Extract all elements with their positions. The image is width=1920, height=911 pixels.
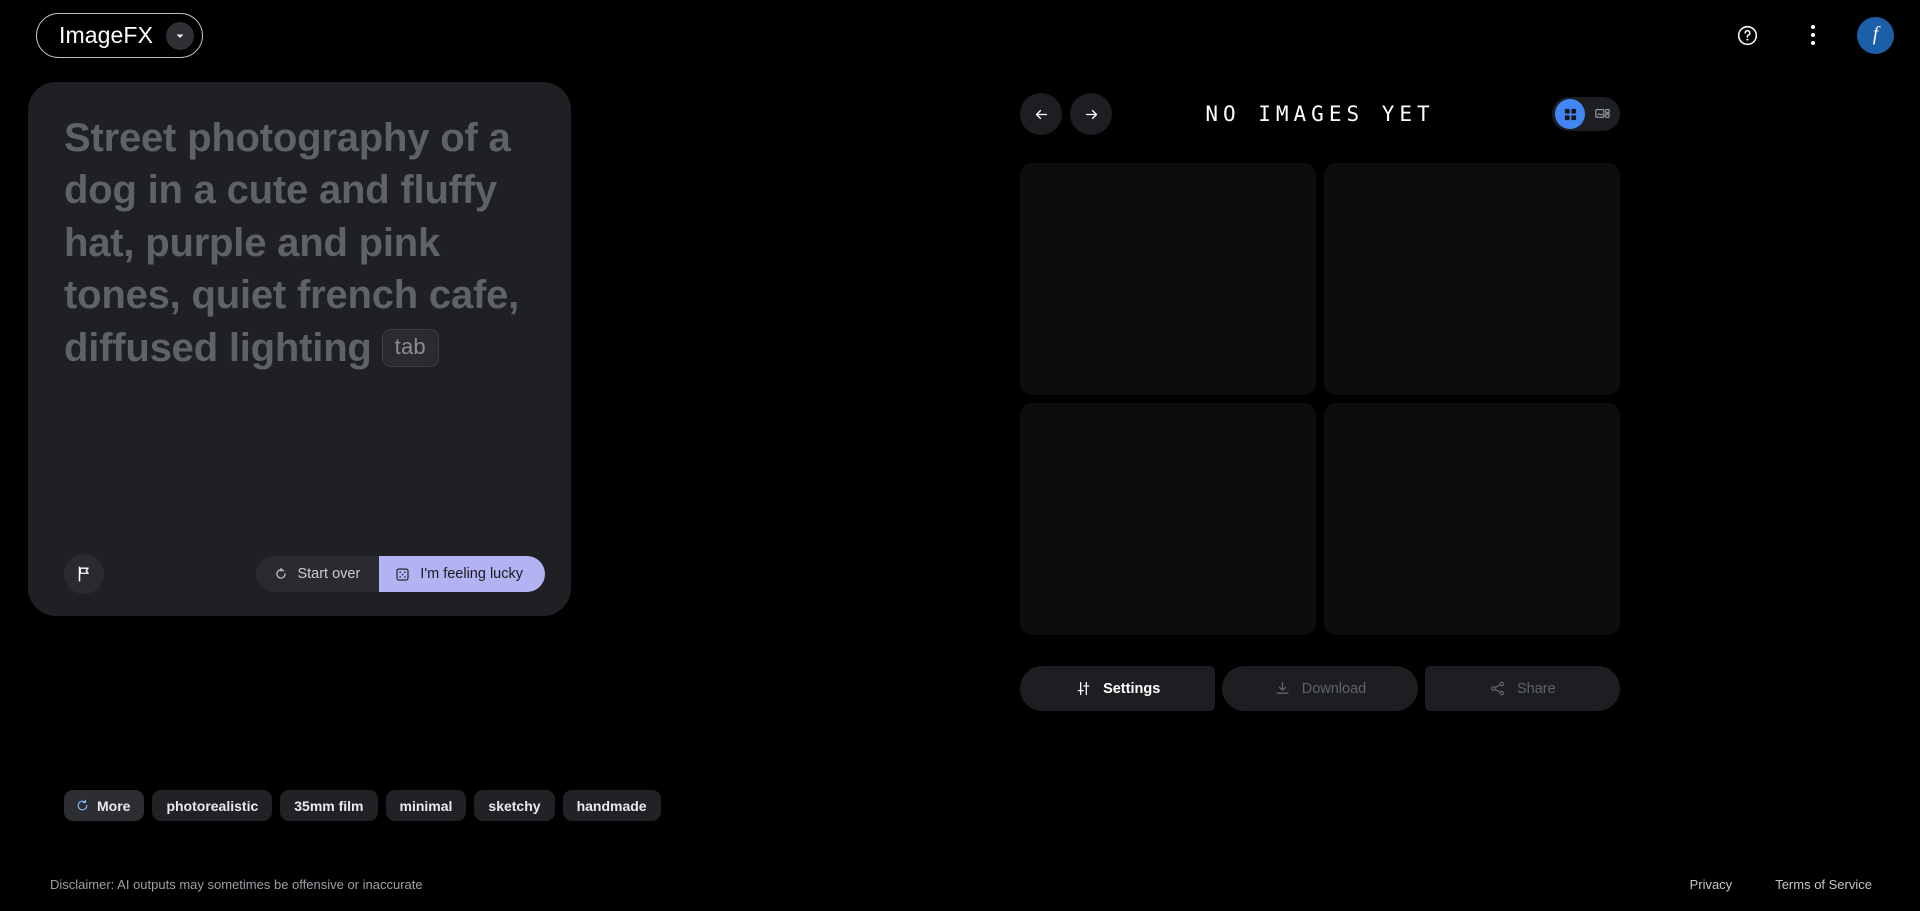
- share-icon: [1490, 681, 1505, 696]
- gallery-nav: [1020, 93, 1112, 135]
- share-button[interactable]: Share: [1424, 666, 1620, 711]
- arrow-right-icon: [1085, 109, 1097, 119]
- image-tile[interactable]: [1020, 163, 1316, 395]
- privacy-link[interactable]: Privacy: [1690, 877, 1733, 892]
- help-circle-icon[interactable]: [1725, 13, 1769, 57]
- prompt-text: Street photography of a dog in a cute an…: [64, 116, 520, 370]
- prompt-actions: Start over I'm feeling lucky: [256, 556, 545, 592]
- download-button[interactable]: Download: [1222, 666, 1418, 711]
- chip-35mm-film[interactable]: 35mm film: [280, 790, 378, 821]
- gallery-panel: NO IMAGES YET Settings Download Share: [1020, 82, 1620, 711]
- chip-label: 35mm film: [294, 797, 364, 814]
- download-icon: [1276, 681, 1289, 694]
- settings-label: Settings: [1103, 680, 1161, 697]
- image-tile[interactable]: [1324, 403, 1620, 635]
- chip-label: handmade: [576, 797, 647, 814]
- chip-sketchy[interactable]: sketchy: [474, 790, 555, 821]
- top-bar: ImageFX f: [0, 0, 1920, 80]
- start-over-button[interactable]: Start over: [256, 556, 380, 592]
- footer-links: Privacy Terms of Service: [1690, 877, 1872, 892]
- previous-button[interactable]: [1020, 93, 1062, 135]
- view-toggle: [1552, 97, 1620, 131]
- gallery-header: NO IMAGES YET: [1020, 82, 1620, 146]
- arrow-left-icon: [1035, 109, 1047, 119]
- next-button[interactable]: [1070, 93, 1112, 135]
- top-bar-actions: f: [1725, 13, 1894, 57]
- refresh-icon: [77, 799, 88, 811]
- download-label: Download: [1301, 680, 1367, 697]
- more-vertical-icon[interactable]: [1791, 13, 1835, 57]
- chevron-down-icon[interactable]: [166, 21, 195, 50]
- start-over-label: Start over: [297, 566, 361, 582]
- detail-view-icon[interactable]: [1587, 100, 1617, 128]
- refresh-icon: [276, 567, 287, 579]
- dice-icon: [396, 567, 409, 581]
- tune-icon: [1077, 681, 1090, 696]
- settings-button[interactable]: Settings: [1020, 666, 1216, 711]
- chip-label: sketchy: [488, 797, 541, 814]
- chip-more[interactable]: More: [64, 790, 145, 821]
- chip-minimal[interactable]: minimal: [385, 790, 467, 821]
- footer: Disclaimer: AI outputs may sometimes be …: [0, 869, 1920, 899]
- chip-label: More: [97, 797, 131, 814]
- im-feeling-lucky-button[interactable]: I'm feeling lucky: [379, 556, 545, 592]
- chip-label: minimal: [399, 797, 453, 814]
- chip-label: photorealistic: [166, 797, 259, 814]
- chip-handmade[interactable]: handmade: [562, 790, 661, 821]
- avatar[interactable]: f: [1857, 16, 1894, 54]
- prompt-textarea[interactable]: Street photography of a dog in a cute an…: [64, 112, 535, 374]
- image-grid: [1020, 163, 1620, 635]
- prompt-card-footer: Start over I'm feeling lucky: [64, 554, 545, 594]
- im-feeling-lucky-label: I'm feeling lucky: [420, 566, 523, 582]
- share-label: Share: [1516, 680, 1556, 697]
- disclaimer-text: Disclaimer: AI outputs may sometimes be …: [50, 876, 423, 892]
- imagefx-app: ImageFX f Street photography of a dog in…: [0, 0, 1920, 911]
- chip-photorealistic[interactable]: photorealistic: [152, 790, 273, 821]
- brand-selector[interactable]: ImageFX: [36, 13, 204, 58]
- brand-name: ImageFX: [59, 22, 154, 48]
- more-dots: [1811, 25, 1815, 45]
- prompt-card[interactable]: Street photography of a dog in a cute an…: [28, 82, 571, 616]
- tab-hint-badge: tab: [381, 328, 439, 368]
- flag-icon[interactable]: [64, 554, 104, 594]
- image-tile[interactable]: [1324, 163, 1620, 395]
- gallery-action-bar: Settings Download Share: [1020, 666, 1620, 711]
- image-tile[interactable]: [1020, 403, 1316, 635]
- terms-link[interactable]: Terms of Service: [1775, 877, 1872, 892]
- grid-view-icon[interactable]: [1555, 99, 1585, 129]
- style-chip-row: More photorealistic 35mm film minimal sk…: [64, 790, 661, 821]
